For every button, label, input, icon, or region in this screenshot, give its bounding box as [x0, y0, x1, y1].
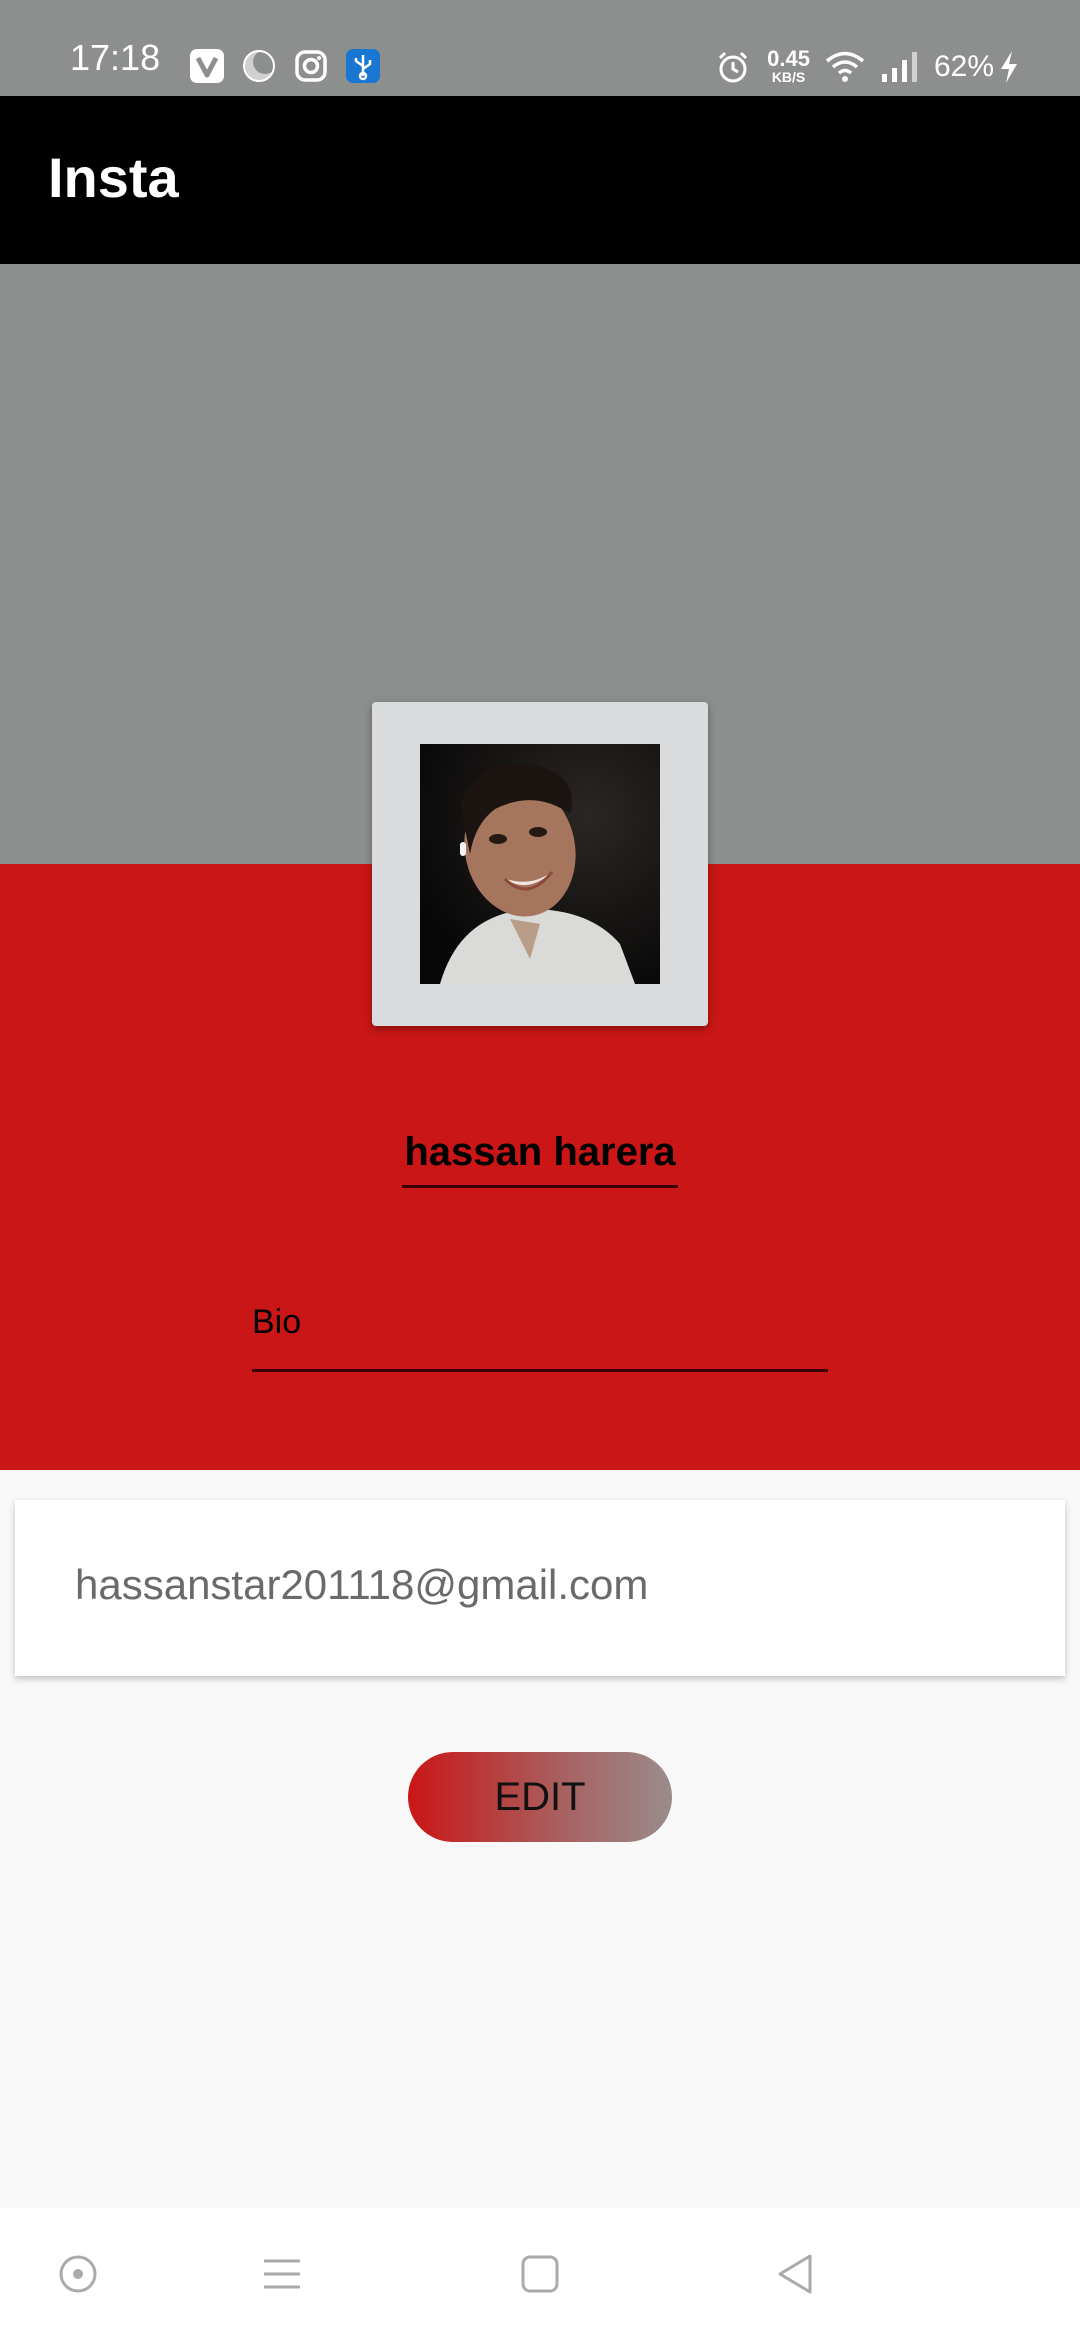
charging-icon [998, 49, 1020, 85]
avatar[interactable] [420, 744, 660, 984]
app-bar: Insta [0, 96, 1080, 264]
v-app-icon [186, 46, 228, 86]
email-text: hassanstar201118@gmail.com [75, 1561, 649, 1608]
email-card: hassanstar201118@gmail.com [15, 1500, 1065, 1676]
net-speed-value: 0.45 [767, 46, 810, 71]
instagram-icon [290, 46, 332, 86]
back-icon[interactable] [770, 2248, 822, 2300]
system-icons: 0.45 KB/S 62% [701, 48, 1020, 85]
moon-icon [238, 46, 280, 86]
navigation-bar [0, 2208, 1080, 2340]
assistant-icon[interactable] [52, 2248, 104, 2300]
signal-icon [880, 50, 920, 84]
alarm-icon [715, 49, 751, 85]
home-icon[interactable] [514, 2248, 566, 2300]
avatar-frame[interactable] [372, 702, 708, 1026]
usb-icon [342, 46, 384, 86]
name-field[interactable]: hassan harera [402, 1128, 678, 1188]
menu-icon[interactable] [256, 2248, 308, 2300]
app-title: Insta [48, 146, 179, 209]
status-bar: 17:18 0.45 KB/S 62% [0, 0, 1080, 96]
wifi-icon [824, 49, 866, 85]
status-time: 17:18 [70, 37, 161, 78]
network-speed: 0.45 KB/S [767, 48, 810, 85]
notification-icons [186, 46, 394, 86]
battery-percent: 62% [933, 49, 994, 83]
edit-button[interactable]: EDIT [408, 1752, 672, 1842]
bio-input[interactable]: Bio [252, 1296, 828, 1372]
net-speed-unit: KB/S [771, 69, 806, 85]
